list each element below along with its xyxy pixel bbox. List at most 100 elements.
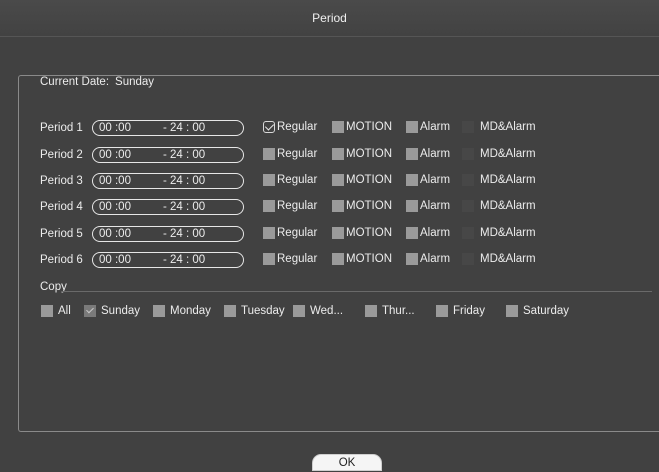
option-label: MOTION bbox=[346, 253, 392, 265]
checkbox-icon[interactable] bbox=[224, 305, 236, 317]
motion-checkbox[interactable]: MOTION bbox=[332, 121, 392, 133]
copy-day-saturday[interactable]: Saturday bbox=[506, 305, 569, 317]
option-label: MOTION bbox=[346, 148, 392, 160]
regular-checkbox[interactable]: Regular bbox=[263, 148, 317, 160]
period-label: Period 5 bbox=[40, 228, 83, 240]
checkbox-icon[interactable] bbox=[263, 253, 275, 265]
time-range-input[interactable]: 00 :00 - 24 : 00 bbox=[92, 226, 244, 242]
md-alarm-checkbox[interactable]: MD&Alarm bbox=[462, 227, 536, 239]
copy-day-all[interactable]: All bbox=[41, 305, 71, 317]
md-alarm-checkbox[interactable]: MD&Alarm bbox=[462, 148, 536, 160]
copy-day-thur[interactable]: Thur... bbox=[365, 305, 415, 317]
checkbox-icon[interactable] bbox=[332, 200, 344, 212]
checkbox-icon[interactable] bbox=[406, 200, 418, 212]
copy-day-friday[interactable]: Friday bbox=[436, 305, 485, 317]
time-range-input[interactable]: 00 :00 - 24 : 00 bbox=[92, 199, 244, 215]
checkbox-icon[interactable] bbox=[462, 148, 474, 160]
motion-checkbox[interactable]: MOTION bbox=[332, 227, 392, 239]
checkbox-icon[interactable] bbox=[406, 227, 418, 239]
checkbox-icon[interactable] bbox=[332, 148, 344, 160]
checkbox-icon[interactable] bbox=[263, 121, 275, 133]
alarm-checkbox[interactable]: Alarm bbox=[406, 200, 450, 212]
checkbox-icon[interactable] bbox=[506, 305, 518, 317]
checkbox-icon[interactable] bbox=[365, 305, 377, 317]
checkbox-icon[interactable] bbox=[332, 174, 344, 186]
time-range-input[interactable]: 00 :00 - 24 : 00 bbox=[92, 147, 244, 163]
checkbox-icon[interactable] bbox=[332, 253, 344, 265]
end-time[interactable]: - 24 : 00 bbox=[163, 174, 205, 188]
checkbox-icon[interactable] bbox=[263, 148, 275, 160]
checkbox-icon[interactable] bbox=[462, 200, 474, 212]
end-time[interactable]: - 24 : 00 bbox=[163, 200, 205, 214]
md-alarm-checkbox[interactable]: MD&Alarm bbox=[462, 253, 536, 265]
alarm-checkbox[interactable]: Alarm bbox=[406, 253, 450, 265]
copy-day-wed[interactable]: Wed... bbox=[293, 305, 343, 317]
current-date: Current Date: Sunday bbox=[40, 76, 154, 88]
copy-day-monday[interactable]: Monday bbox=[153, 305, 211, 317]
option-label: MOTION bbox=[346, 227, 392, 239]
ok-button[interactable]: OK bbox=[312, 454, 382, 471]
checkbox-icon[interactable] bbox=[293, 305, 305, 317]
period-label: Period 6 bbox=[40, 254, 83, 266]
md-alarm-checkbox[interactable]: MD&Alarm bbox=[462, 174, 536, 186]
start-time[interactable]: 00 :00 bbox=[99, 200, 131, 214]
copy-day-tuesday[interactable]: Tuesday bbox=[224, 305, 285, 317]
option-label: Regular bbox=[277, 174, 318, 186]
current-date-value: Sunday bbox=[115, 76, 155, 88]
checkbox-icon[interactable] bbox=[436, 305, 448, 317]
period-row: Period 4 00 :00 - 24 : 00 bbox=[40, 198, 244, 216]
start-time[interactable]: 00 :00 bbox=[99, 227, 131, 241]
motion-checkbox[interactable]: MOTION bbox=[332, 174, 392, 186]
start-time[interactable]: 00 :00 bbox=[99, 121, 131, 135]
checkbox-icon[interactable] bbox=[263, 227, 275, 239]
copy-day-sunday[interactable]: Sunday bbox=[84, 305, 140, 317]
checkbox-icon[interactable] bbox=[462, 227, 474, 239]
checkbox-icon[interactable] bbox=[84, 305, 96, 317]
regular-checkbox[interactable]: Regular bbox=[263, 227, 317, 239]
regular-checkbox[interactable]: Regular bbox=[263, 121, 317, 133]
motion-checkbox[interactable]: MOTION bbox=[332, 253, 392, 265]
start-time[interactable]: 00 :00 bbox=[99, 148, 131, 162]
checkbox-icon[interactable] bbox=[406, 148, 418, 160]
time-range-input[interactable]: 00 :00 - 24 : 00 bbox=[92, 252, 244, 268]
checkbox-icon[interactable] bbox=[406, 253, 418, 265]
regular-checkbox[interactable]: Regular bbox=[263, 253, 317, 265]
checkbox-icon[interactable] bbox=[462, 121, 474, 133]
motion-checkbox[interactable]: MOTION bbox=[332, 200, 392, 212]
day-label: Saturday bbox=[523, 305, 570, 317]
start-time[interactable]: 00 :00 bbox=[99, 174, 131, 188]
regular-checkbox[interactable]: Regular bbox=[263, 174, 317, 186]
checkbox-icon[interactable] bbox=[406, 121, 418, 133]
checkbox-icon[interactable] bbox=[462, 174, 474, 186]
md-alarm-checkbox[interactable]: MD&Alarm bbox=[462, 200, 536, 212]
regular-checkbox[interactable]: Regular bbox=[263, 200, 317, 212]
checkbox-icon[interactable] bbox=[332, 227, 344, 239]
end-time[interactable]: - 24 : 00 bbox=[163, 253, 205, 267]
option-label: Alarm bbox=[420, 200, 451, 212]
alarm-checkbox[interactable]: Alarm bbox=[406, 227, 450, 239]
option-label: Regular bbox=[277, 200, 318, 212]
period-row: Period 3 00 :00 - 24 : 00 bbox=[40, 172, 244, 190]
motion-checkbox[interactable]: MOTION bbox=[332, 148, 392, 160]
alarm-checkbox[interactable]: Alarm bbox=[406, 148, 450, 160]
time-range-input[interactable]: 00 :00 - 24 : 00 bbox=[92, 120, 244, 136]
checkbox-icon[interactable] bbox=[263, 174, 275, 186]
end-time[interactable]: - 24 : 00 bbox=[163, 148, 205, 162]
period-row: Period 5 00 :00 - 24 : 00 bbox=[40, 225, 244, 243]
alarm-checkbox[interactable]: Alarm bbox=[406, 174, 450, 186]
checkbox-icon[interactable] bbox=[263, 200, 275, 212]
period-row: Period 1 00 :00 - 24 : 00 bbox=[40, 119, 244, 137]
checkbox-icon[interactable] bbox=[153, 305, 165, 317]
checkbox-icon[interactable] bbox=[332, 121, 344, 133]
alarm-checkbox[interactable]: Alarm bbox=[406, 121, 450, 133]
checkbox-icon[interactable] bbox=[41, 305, 53, 317]
end-time[interactable]: - 24 : 00 bbox=[163, 121, 205, 135]
start-time[interactable]: 00 :00 bbox=[99, 253, 131, 267]
option-label: MD&Alarm bbox=[480, 200, 536, 212]
option-label: Alarm bbox=[420, 227, 451, 239]
time-range-input[interactable]: 00 :00 - 24 : 00 bbox=[92, 173, 244, 189]
md-alarm-checkbox[interactable]: MD&Alarm bbox=[462, 121, 536, 133]
end-time[interactable]: - 24 : 00 bbox=[163, 227, 205, 241]
checkbox-icon[interactable] bbox=[406, 174, 418, 186]
checkbox-icon[interactable] bbox=[462, 253, 474, 265]
